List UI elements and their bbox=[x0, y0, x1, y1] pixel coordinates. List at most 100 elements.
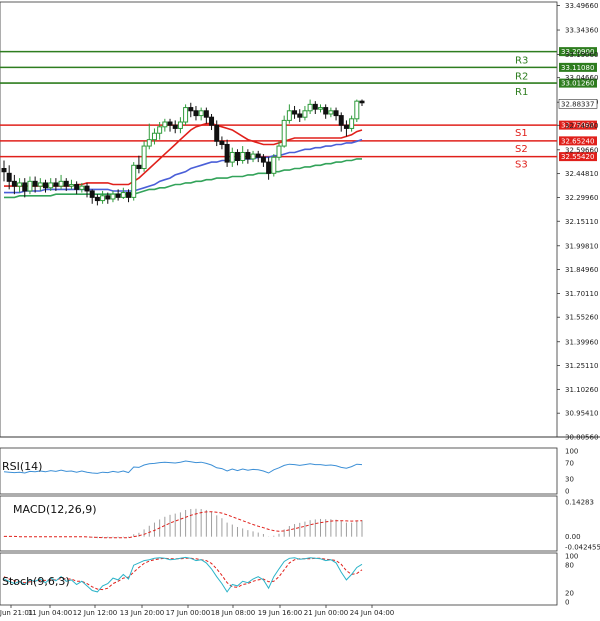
candle-body bbox=[37, 182, 43, 187]
level-name-r2: R2 bbox=[515, 71, 528, 82]
price-tick-label: 30.95410 bbox=[565, 410, 598, 418]
candle-body bbox=[126, 192, 132, 198]
candle-body bbox=[240, 151, 246, 161]
candle-body bbox=[151, 132, 157, 141]
level-value-r2: 33.11080 bbox=[561, 64, 594, 72]
time-tick-label: 24 Jun 04:00 bbox=[350, 609, 394, 617]
candle-body bbox=[43, 182, 49, 189]
rsi-title: RSI(14) bbox=[2, 460, 42, 473]
candle-body bbox=[302, 110, 308, 118]
candle-body bbox=[271, 156, 277, 174]
candle-body bbox=[286, 110, 292, 121]
candle-body bbox=[281, 119, 287, 147]
price-tick-label: 33.19060 bbox=[565, 51, 598, 59]
candle-body bbox=[359, 100, 365, 104]
candle-body bbox=[53, 182, 59, 187]
price-tick-label: 31.70110 bbox=[565, 290, 598, 298]
level-name-s3: S3 bbox=[515, 160, 528, 171]
candle-body bbox=[323, 107, 329, 115]
time-tick-label: 11 Jun 04:00 bbox=[28, 609, 72, 617]
candle-body bbox=[27, 180, 33, 192]
macd-tick-label: -0.042455 bbox=[565, 544, 600, 552]
candle-body bbox=[58, 180, 64, 187]
price-tick-label: 32.74960 bbox=[565, 122, 598, 130]
level-name-r3: R3 bbox=[515, 56, 528, 67]
candle-body bbox=[17, 182, 23, 187]
rsi-tick-label: 0 bbox=[565, 488, 569, 496]
time-tick-label: 17 Jun 00:00 bbox=[166, 609, 210, 617]
candle-body bbox=[193, 110, 199, 117]
candle-body bbox=[63, 180, 69, 187]
ma-fast-line bbox=[4, 122, 363, 187]
candle-body bbox=[234, 151, 240, 161]
price-tick-label: 32.29960 bbox=[565, 194, 598, 202]
candle-body bbox=[32, 180, 38, 187]
candle-body bbox=[338, 115, 344, 126]
time-tick-label: 13 Jun 20:00 bbox=[120, 609, 164, 617]
time-tick-label: 19 Jun 16:00 bbox=[258, 609, 302, 617]
stoch-tick-label: 100 bbox=[565, 553, 578, 561]
indicators bbox=[3, 460, 363, 593]
candle-body bbox=[120, 192, 126, 198]
candle-body bbox=[162, 121, 168, 128]
candle-body bbox=[183, 107, 189, 123]
price-tick-label: 33.49660 bbox=[565, 2, 598, 10]
candle-body bbox=[276, 145, 282, 158]
candle-body bbox=[84, 185, 90, 192]
rsi-line bbox=[3, 460, 363, 474]
candle-body bbox=[343, 124, 349, 129]
candle-body bbox=[307, 103, 313, 112]
candle-body bbox=[172, 124, 178, 129]
rsi-tick-label: 30 bbox=[565, 476, 574, 484]
rsi-tick-label: 100 bbox=[565, 448, 578, 456]
time-tick-label: 21 Jun 00:00 bbox=[304, 609, 348, 617]
time-tick-label: 12 Jun 12:00 bbox=[73, 609, 117, 617]
candle-body bbox=[317, 107, 323, 110]
forex-chart: 33.20900 R3 33.11080 R2 33.01260 R1 32.75060 S1… bbox=[0, 0, 600, 621]
candle-body bbox=[74, 184, 80, 190]
candle-body bbox=[79, 185, 85, 190]
candle-body bbox=[229, 151, 235, 163]
current-price-label: 32.88337 bbox=[561, 100, 594, 108]
price-tick-label: 32.15110 bbox=[565, 218, 598, 226]
stoch-title: Stoch(9,6,3) bbox=[2, 575, 70, 588]
candle-body bbox=[157, 126, 163, 134]
candle-body bbox=[115, 193, 121, 198]
candle-body bbox=[349, 118, 355, 129]
ma-slow-line bbox=[4, 158, 362, 199]
level-name-r1: R1 bbox=[515, 87, 528, 98]
candle-body bbox=[219, 140, 225, 145]
candle-body bbox=[11, 180, 17, 187]
candle-body bbox=[167, 121, 173, 126]
price-tick-label: 32.59660 bbox=[565, 146, 598, 154]
candle-body bbox=[1, 168, 7, 173]
macd-tick-label: 0.14283 bbox=[565, 499, 594, 507]
price-tick-label: 31.84960 bbox=[565, 266, 598, 274]
candle-body bbox=[312, 103, 318, 110]
candle-body bbox=[94, 196, 100, 202]
candle-body bbox=[6, 172, 12, 182]
candle-body bbox=[333, 110, 339, 117]
chart-svg: 33.20900R333.11080R233.01260R132.75060S1… bbox=[0, 1, 600, 617]
stoch-tick-label: 0 bbox=[565, 599, 569, 607]
candle-body bbox=[245, 151, 251, 160]
candle-body bbox=[203, 110, 209, 118]
price-tick-label: 33.34360 bbox=[565, 27, 598, 35]
candle-body bbox=[266, 161, 272, 174]
candle-body bbox=[255, 153, 261, 158]
price-tick-label: 31.39960 bbox=[565, 338, 598, 346]
candle-body bbox=[198, 110, 204, 117]
candle-body bbox=[214, 124, 220, 142]
candle-body bbox=[260, 156, 266, 163]
candle-body bbox=[48, 182, 54, 189]
level-value-s2: 32.65240 bbox=[561, 137, 594, 145]
candles bbox=[1, 99, 365, 206]
candle-body bbox=[188, 107, 194, 112]
macd-title: MACD(12,26,9) bbox=[13, 503, 97, 516]
price-tick-label: 33.04660 bbox=[565, 74, 598, 82]
candle-body bbox=[110, 193, 116, 200]
candle-body bbox=[250, 153, 256, 160]
candle-body bbox=[141, 145, 147, 170]
candle-body bbox=[177, 121, 183, 129]
price-tick-label: 31.99810 bbox=[565, 242, 598, 250]
